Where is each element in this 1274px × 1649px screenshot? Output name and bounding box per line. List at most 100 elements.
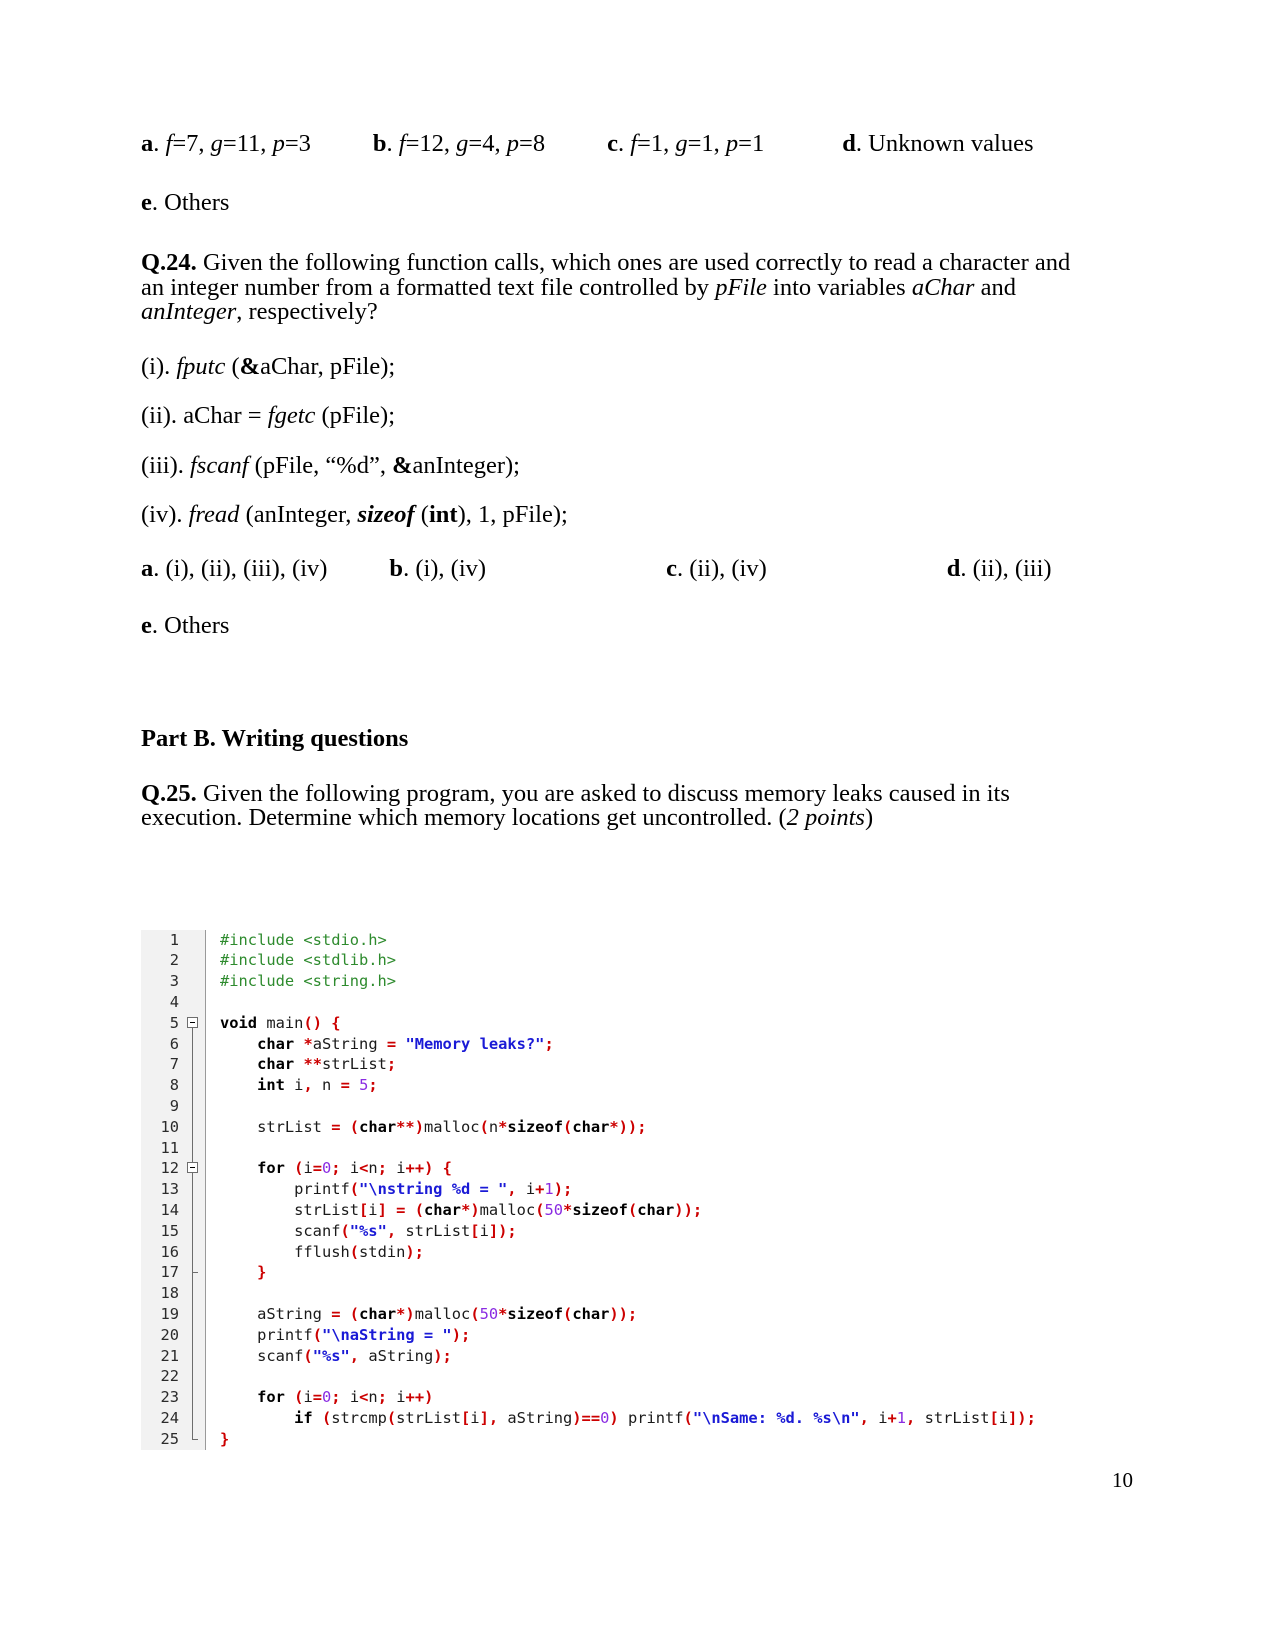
code-text <box>206 1138 1036 1159</box>
code-line: 6 char *aString = "Memory leaks?"; <box>141 1033 1036 1055</box>
fold-guide <box>192 1241 193 1263</box>
code-text: char **strList; <box>257 1055 397 1074</box>
fold-column <box>185 1033 206 1055</box>
q25-question: Q.25. Given the following program, you a… <box>141 779 1073 831</box>
option-b-label: b <box>372 130 387 157</box>
q24-option-e-row: e. Others <box>141 612 1073 639</box>
line-number: 8 <box>141 1075 185 1096</box>
line-number: 5 <box>141 1012 185 1034</box>
code-line: 23 for (i=0; i<n; i++) <box>141 1387 1036 1408</box>
fold-guide <box>192 1137 193 1159</box>
q24-item-iv: (iv). fread (anInteger, sizeof (int), 1,… <box>141 501 568 528</box>
line-number: 11 <box>141 1137 185 1159</box>
fold-column <box>185 1075 206 1096</box>
fold-column <box>185 971 206 992</box>
fold-column <box>185 1428 206 1450</box>
fold-guide <box>192 1116 193 1138</box>
code-text: } <box>220 1429 230 1448</box>
code-text: #include <stdio.h> <box>220 930 387 949</box>
option-a-label: a <box>141 130 154 157</box>
line-number: 17 <box>141 1262 185 1284</box>
code-text: } <box>257 1263 267 1282</box>
fold-column <box>185 1303 206 1325</box>
line-number: 13 <box>141 1179 185 1200</box>
q24-option-a-label: a <box>141 554 154 582</box>
fold-toggle-icon[interactable] <box>187 1162 198 1174</box>
option-e-text: . Others <box>151 188 230 216</box>
q24-option-c-label: c <box>666 554 677 582</box>
code-line: 20 printf("\naString = "); <box>141 1324 1036 1346</box>
code-line: 15 scanf("%s", strList[i]); <box>141 1220 1036 1242</box>
fold-column[interactable] <box>185 1012 206 1034</box>
q25-number: Q.25. <box>141 779 197 807</box>
q24-aninteger: anInteger <box>141 298 237 325</box>
fold-toggle-icon[interactable] <box>187 1016 198 1028</box>
fold-guide <box>192 1220 193 1242</box>
fold-column <box>185 1220 206 1242</box>
fold-guide <box>192 1303 193 1325</box>
option-c-label: c <box>607 130 618 157</box>
q24-options-row: a. (i), (ii), (iii), (iv) b. (i), (iv) c. … <box>141 554 1073 582</box>
q24-option-e-label: e <box>141 612 152 639</box>
fold-column <box>185 1137 206 1159</box>
q24-pfile: pFile <box>715 273 767 301</box>
fold-column <box>185 929 206 951</box>
q24-option-c-text: . (ii), (iv) <box>676 554 767 582</box>
q24-question: Q.24. Given the following function calls… <box>141 250 1073 325</box>
code-line: 16 fflush(stdin); <box>141 1241 1036 1263</box>
code-text: printf("\naString = "); <box>257 1325 471 1344</box>
fold-column <box>185 1262 206 1284</box>
line-number: 6 <box>141 1033 185 1055</box>
line-number: 4 <box>141 991 185 1013</box>
fold-column[interactable] <box>185 1158 206 1180</box>
fold-end-icon <box>192 1428 198 1440</box>
code-line: 11 <box>141 1137 1036 1159</box>
code-text: if (strcmp(strList[i], aString)==0) prin… <box>294 1408 1036 1427</box>
code-line: 4 <box>141 991 1036 1013</box>
code-line: 19 aString = (char*)malloc(50*sizeof(cha… <box>141 1303 1036 1325</box>
code-line: 18 <box>141 1283 1036 1304</box>
line-number: 1 <box>141 929 185 951</box>
q24-achar: aChar <box>911 273 975 301</box>
fold-column <box>185 1283 206 1304</box>
fold-guide <box>192 1179 193 1200</box>
code-line: 8 int i, n = 5; <box>141 1075 1036 1096</box>
q25-text-part-2: ) <box>864 804 874 831</box>
fold-guide <box>192 1283 193 1304</box>
line-number: 3 <box>141 971 185 992</box>
fold-column <box>185 1199 206 1221</box>
fold-column <box>185 1095 206 1117</box>
code-line: 12 for (i=0; i<n; i++) { <box>141 1158 1036 1180</box>
code-text: aString = (char*)malloc(50*sizeof(char))… <box>257 1304 638 1323</box>
code-text <box>206 1096 1036 1117</box>
fold-guide <box>192 1095 193 1117</box>
option-d-text: . Unknown values <box>855 130 1034 157</box>
line-number: 24 <box>141 1407 185 1429</box>
fold-column <box>185 1054 206 1076</box>
fold-column <box>185 1241 206 1263</box>
fold-column <box>185 1345 206 1367</box>
code-text: void main() { <box>220 1013 341 1032</box>
q24-option-b-text: . (i), (iv) <box>403 554 487 582</box>
q24-text-part-3: and <box>974 273 1016 301</box>
fold-guide <box>192 1345 193 1367</box>
code-line: 9 <box>141 1095 1036 1117</box>
q24-option-d-text: . (ii), (iii) <box>960 554 1052 582</box>
code-line: 1 #include <stdio.h> <box>141 929 1036 951</box>
fold-guide <box>192 1387 193 1408</box>
fold-column <box>185 950 206 972</box>
code-text: scanf("%s", strList[i]); <box>294 1221 517 1240</box>
line-number: 14 <box>141 1199 185 1221</box>
code-line: 13 printf("\nstring %d = ", i+1); <box>141 1179 1036 1200</box>
q24-item-ii: (ii). aChar = fgetc (pFile); <box>141 402 396 429</box>
line-number: 25 <box>141 1428 185 1450</box>
fold-guide <box>192 1324 193 1346</box>
code-text: char *aString = "Memory leaks?"; <box>257 1034 554 1053</box>
q24-option-d-label: d <box>946 554 961 582</box>
fold-guide <box>192 1366 193 1388</box>
code-line: 7 char **strList; <box>141 1054 1036 1076</box>
code-text: strList[i] = (char*)malloc(50*sizeof(cha… <box>294 1200 703 1219</box>
option-c-text: . f=1, g=1, p=1 <box>617 130 765 157</box>
code-table: 1 #include <stdio.h> 2 #include <stdlib.h>… <box>141 929 1036 1450</box>
line-number: 7 <box>141 1054 185 1076</box>
